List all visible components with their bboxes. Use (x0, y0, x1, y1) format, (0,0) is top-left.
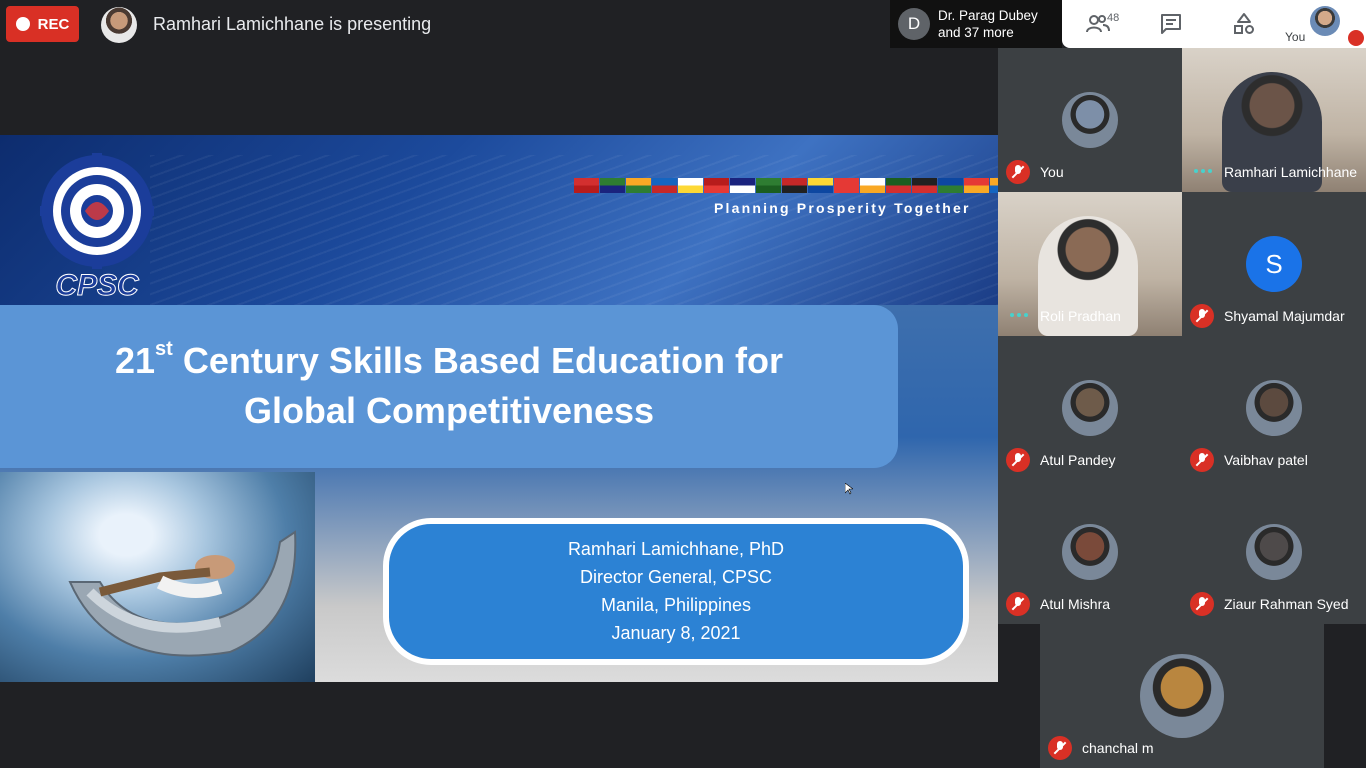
participant-tile[interactable]: chanchal m (1040, 624, 1324, 768)
mic-off-icon (1190, 448, 1214, 472)
mic-off-icon (1190, 592, 1214, 616)
speaking-indicator-icon (1194, 169, 1212, 175)
record-dot-icon (15, 17, 30, 31)
recording-label: REC (37, 15, 70, 33)
participant-avatar (1062, 92, 1118, 148)
cpsc-logo: CPSC (40, 153, 154, 298)
flag-icon (600, 178, 625, 193)
participant-avatar (1140, 654, 1224, 738)
title-panel (0, 305, 898, 468)
mic-off-icon (1190, 304, 1214, 328)
flag-icon (990, 178, 998, 193)
presenting-status: Ramhari Lamichhane is presenting (153, 14, 432, 34)
chat-button[interactable] (1157, 10, 1185, 38)
presenter-location: Manila, Philippines (600, 595, 752, 615)
participant-tile[interactable]: Atul Mishra (998, 480, 1182, 624)
member-flags (574, 178, 998, 193)
participant-name: Ziaur Rahman Syed (1224, 596, 1349, 612)
logo-text: CPSC (55, 269, 140, 298)
slide-title-line2: Global Competitiveness (243, 390, 655, 431)
participant-summary-text: Dr. Parag Dubey and 37 more (938, 7, 1038, 41)
flag-icon (626, 178, 651, 193)
speaking-indicator-icon (1010, 313, 1028, 319)
flag-icon (652, 178, 677, 193)
participant-avatar (1246, 380, 1302, 436)
participant-name: You (1040, 164, 1064, 180)
self-avatar (1310, 6, 1340, 36)
flag-icon (938, 178, 963, 193)
presenter-name: Ramhari Lamichhane, PhD (567, 539, 785, 559)
participant-tile[interactable]: Ramhari Lamichhane (1182, 48, 1366, 192)
participant-summary-name: Dr. Parag Dubey (938, 8, 1038, 23)
futuristic-chair-illustration (68, 530, 297, 657)
participant-avatar: S (1246, 236, 1302, 292)
participant-name: Vaibhav patel (1224, 452, 1308, 468)
self-label: You (1285, 30, 1306, 44)
participant-name: Atul Mishra (1040, 596, 1111, 612)
participant-avatar (1062, 524, 1118, 580)
mouse-cursor-icon (845, 483, 853, 495)
participant-tile[interactable]: Roli Pradhan (998, 192, 1182, 336)
flag-icon (808, 178, 833, 193)
flag-icon (834, 178, 859, 193)
mic-off-icon (1006, 448, 1030, 472)
participant-tile[interactable]: Vaibhav patel (1182, 336, 1366, 480)
mic-off-icon (1048, 736, 1072, 760)
title-superscript: st (155, 338, 173, 360)
meeting-toolbar: 48 (1062, 0, 1280, 48)
self-view-thumbnail[interactable]: You (1280, 0, 1366, 48)
chat-icon (1161, 14, 1181, 34)
title-line1-rest: Century Skills Based Education for (172, 340, 783, 381)
presenter-avatar (101, 7, 137, 43)
flag-icon (730, 178, 755, 193)
title-prefix: 21 (115, 340, 156, 381)
participant-avatar (1246, 524, 1302, 580)
participant-avatar: D (898, 8, 930, 40)
mic-off-icon (1348, 30, 1364, 46)
flag-icon (704, 178, 729, 193)
participant-name: chanchal m (1082, 740, 1154, 756)
participant-tile[interactable]: You (998, 48, 1182, 192)
recording-badge[interactable]: REC (6, 6, 79, 42)
slide-image (0, 472, 315, 682)
participants-count: 48 (1107, 12, 1120, 24)
participant-tile[interactable]: Ziaur Rahman Syed (1182, 480, 1366, 624)
participant-name: Shyamal Majumdar (1224, 308, 1345, 324)
participant-name: Roli Pradhan (1040, 308, 1121, 324)
presentation-date: January 8, 2021 (611, 623, 741, 643)
participant-name: Ramhari Lamichhane (1224, 164, 1358, 180)
flag-icon (860, 178, 885, 193)
flag-icon (886, 178, 911, 193)
participant-tile[interactable]: S Shyamal Majumdar (1182, 192, 1366, 336)
activities-icon (1234, 13, 1254, 34)
participant-summary-more: and 37 more (938, 25, 1014, 40)
flag-icon (964, 178, 989, 193)
slide-tagline: Planning Prosperity Together (714, 200, 971, 216)
mic-off-icon (1006, 592, 1030, 616)
participant-tile[interactable]: Atul Pandey (998, 336, 1182, 480)
flag-icon (756, 178, 781, 193)
presenter-title: Director General, CPSC (579, 567, 773, 587)
participant-avatar (1062, 380, 1118, 436)
mic-off-icon (1006, 160, 1030, 184)
activities-button[interactable] (1230, 10, 1258, 38)
flag-icon (678, 178, 703, 193)
flag-icon (574, 178, 599, 193)
participant-summary[interactable]: D Dr. Parag Dubey and 37 more (890, 0, 1062, 48)
participant-name: Atul Pandey (1040, 452, 1116, 468)
flag-icon (782, 178, 807, 193)
flag-icon (912, 178, 937, 193)
slide-title-line1: 21st Century Skills Based Education for (0, 338, 898, 382)
